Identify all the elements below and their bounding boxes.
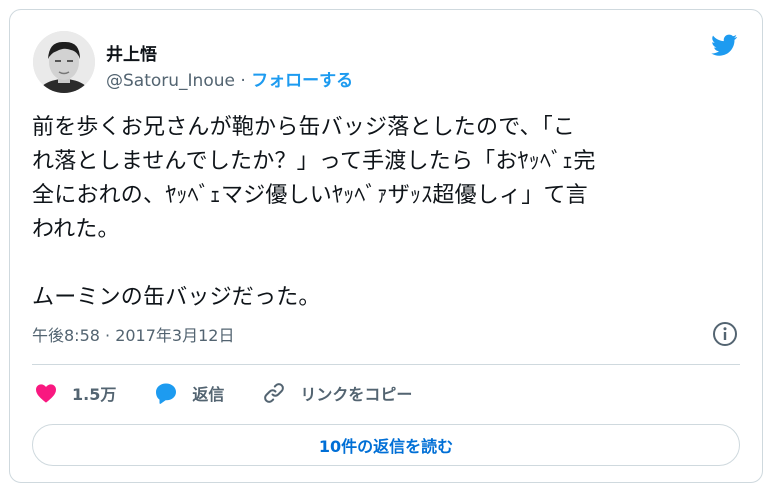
separator-dot: · bbox=[240, 71, 246, 91]
tweet-text: 前を歩くお兄さんが鞄から缶バッジ落としたので、「こ れ落としませんでしたか？」っ… bbox=[32, 115, 596, 310]
read-replies-button[interactable]: 10件の返信を読む bbox=[32, 424, 740, 466]
reply-bubble-icon bbox=[156, 383, 177, 404]
link-icon bbox=[264, 383, 285, 403]
divider bbox=[32, 364, 740, 365]
heart-icon bbox=[36, 384, 56, 403]
author-handle-row: @Satoru_Inoue · フォローする bbox=[106, 66, 353, 91]
twitter-bird-icon[interactable] bbox=[709, 32, 740, 58]
like-button[interactable]: 1.5万 bbox=[34, 381, 116, 405]
info-icon[interactable] bbox=[712, 321, 738, 347]
like-count: 1.5万 bbox=[72, 385, 117, 404]
reply-label: 返信 bbox=[192, 385, 225, 404]
action-bar: 1.5万 返信 リンクをコピー bbox=[34, 378, 450, 408]
follow-button[interactable]: フォローする bbox=[251, 71, 353, 91]
avatar-photo-icon bbox=[33, 31, 95, 93]
tweet-timestamp[interactable]: 午後8:58 · 2017年3月12日 bbox=[32, 322, 234, 346]
copy-link-button[interactable]: リンクをコピー bbox=[262, 381, 412, 405]
copy-link-label: リンクをコピー bbox=[300, 385, 413, 404]
tweet-card: 井上悟 @Satoru_Inoue · フォローする 前を歩くお兄さんが鞄から缶… bbox=[9, 9, 763, 483]
author-handle[interactable]: @Satoru_Inoue bbox=[106, 71, 235, 91]
author-name[interactable]: 井上悟 bbox=[106, 40, 157, 65]
reply-button[interactable]: 返信 bbox=[154, 381, 224, 405]
avatar[interactable] bbox=[33, 31, 95, 93]
